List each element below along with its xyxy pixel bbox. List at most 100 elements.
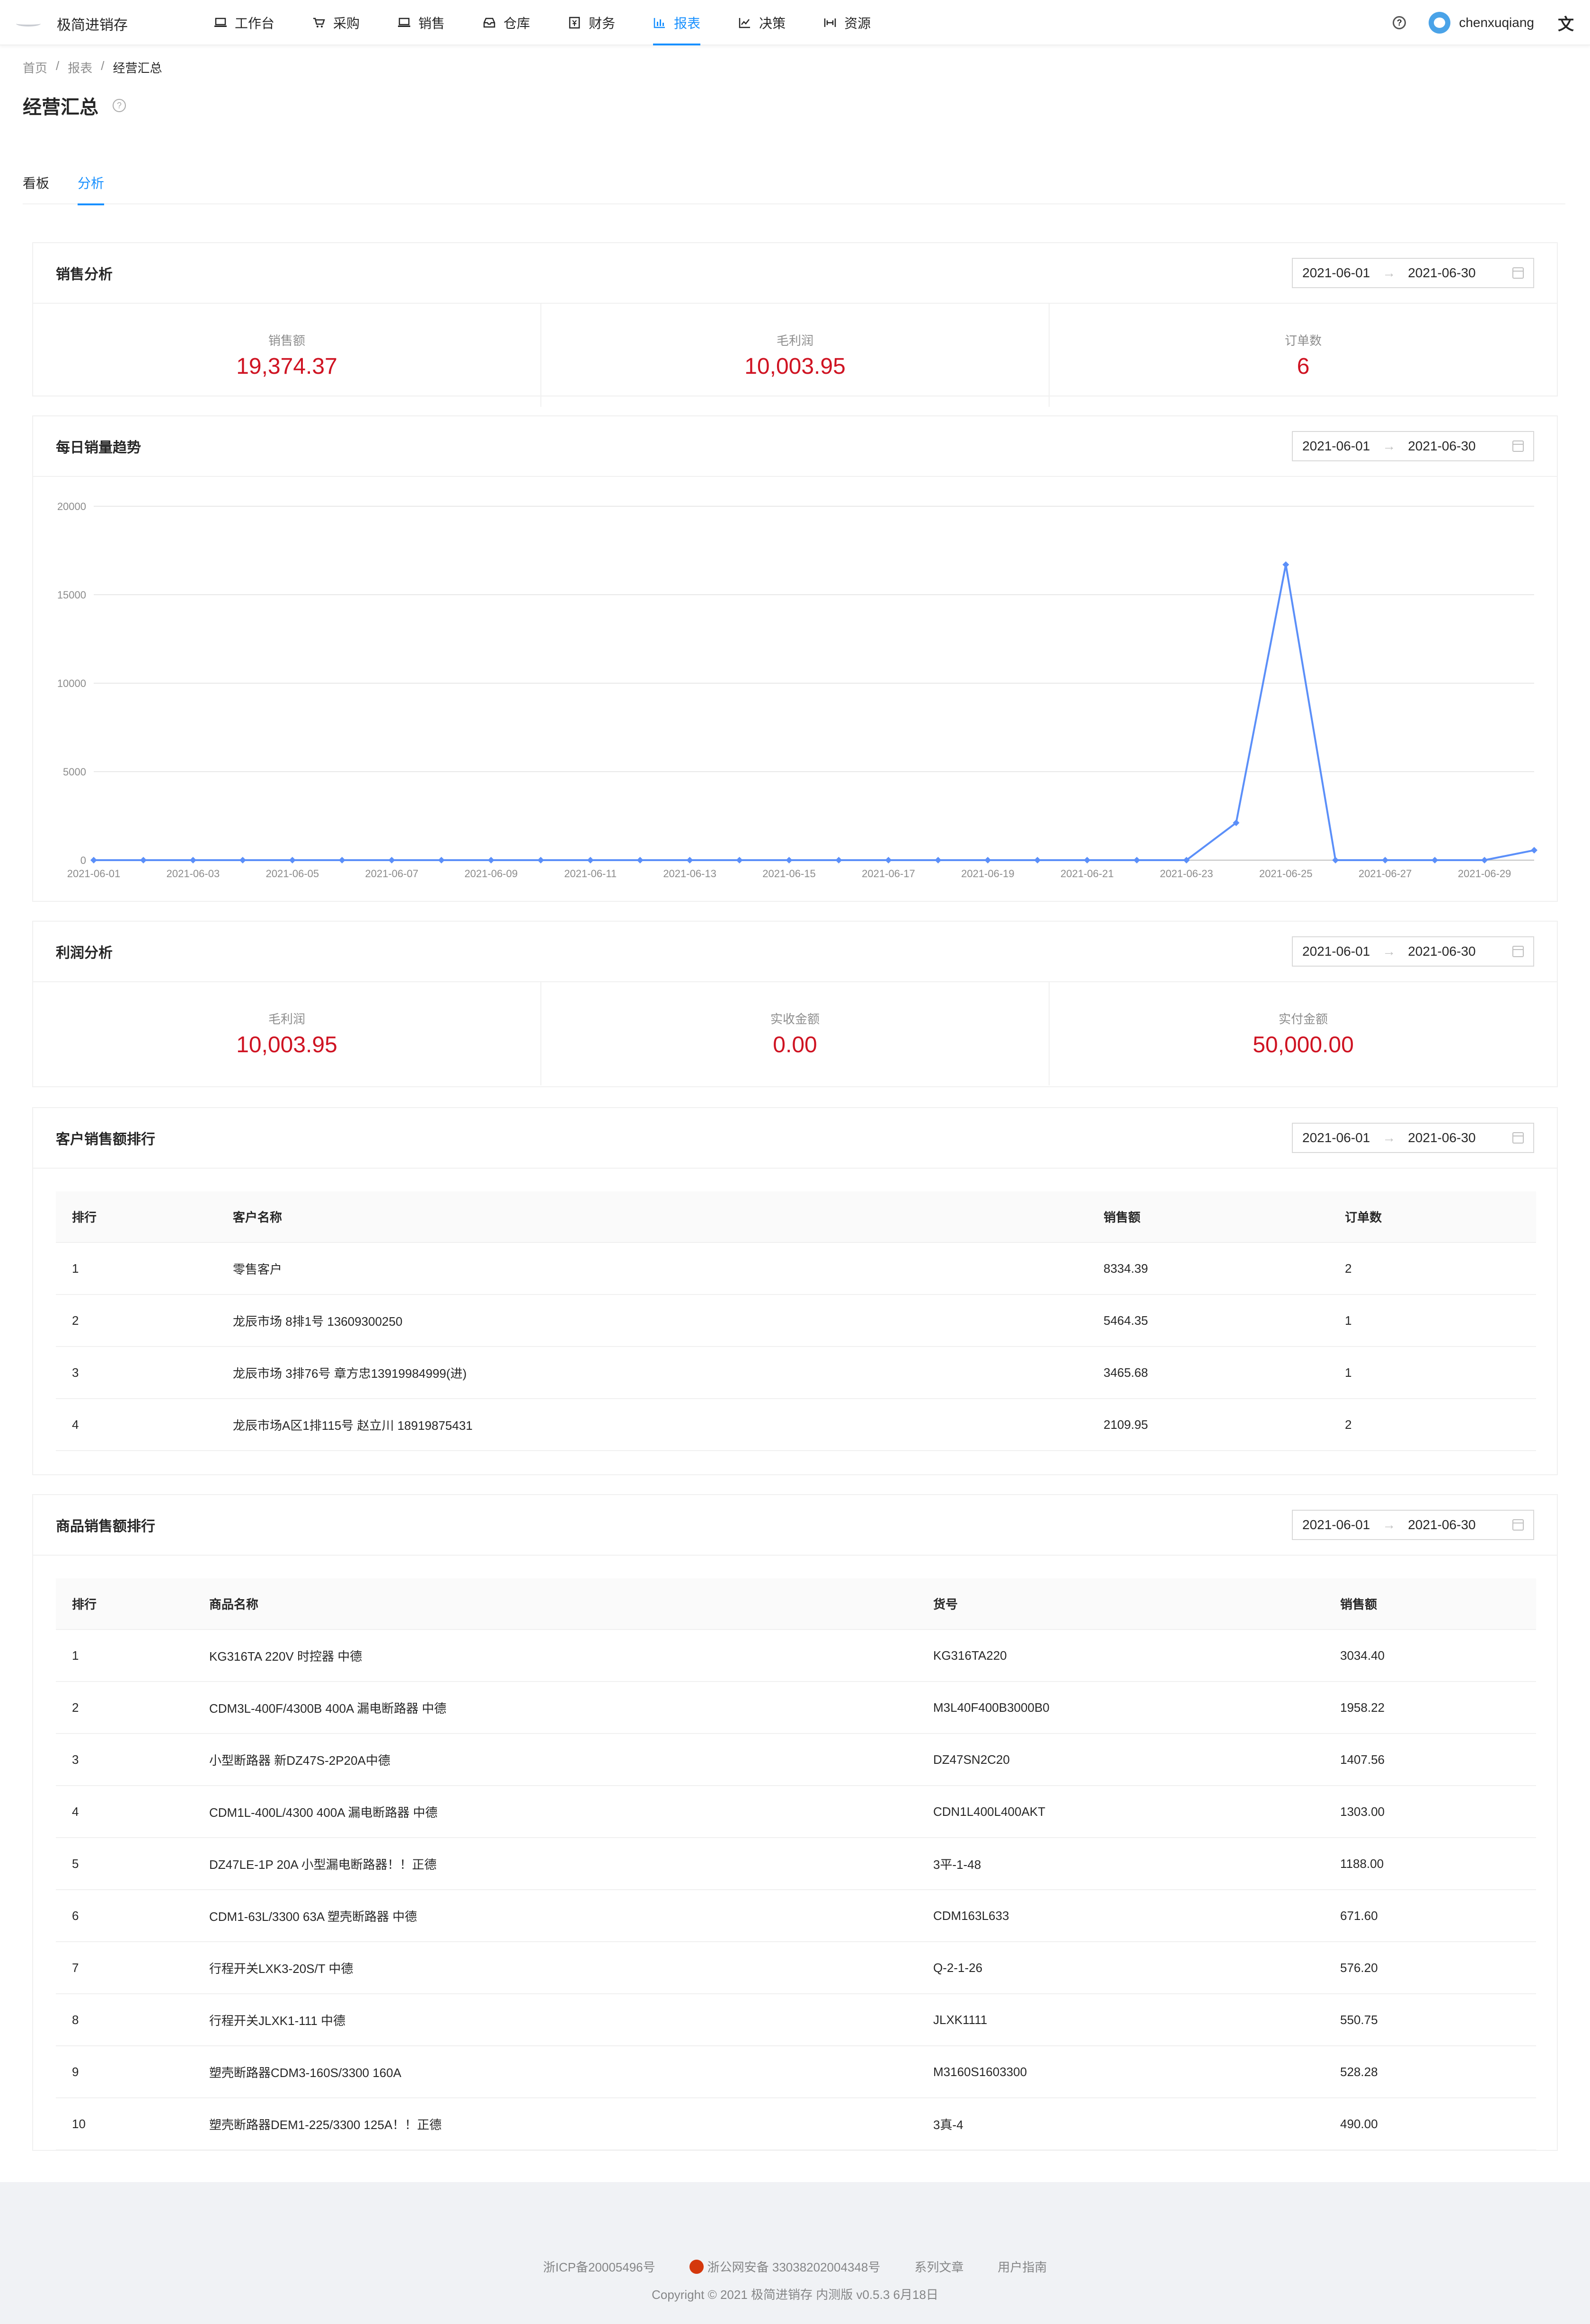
- nav-item-5[interactable]: 报表: [653, 0, 701, 45]
- breadcrumb: 首页 / 报表 / 经营汇总: [23, 59, 162, 76]
- table-row[interactable]: 7 行程开关LXK3-20S/T 中德 Q-2-1-26 576.20: [56, 1942, 1536, 1994]
- footer: 浙ICP备20005496号 浙公网安备 33038202004348号 系列文…: [0, 2182, 1590, 2324]
- question-icon[interactable]: ?: [113, 99, 126, 112]
- range-end[interactable]: 2021-06-30: [1408, 439, 1475, 454]
- nav-item-2[interactable]: 销售: [398, 0, 445, 45]
- range-start[interactable]: 2021-06-01: [1302, 439, 1370, 454]
- table-row[interactable]: 1 KG316TA 220V 时控器 中德 KG316TA220 3034.40: [56, 1629, 1536, 1682]
- table-row[interactable]: 4 龙辰市场A区1排115号 赵立川 18919875431 2109.95 2: [56, 1399, 1536, 1451]
- stat-value: 19,374.37: [236, 354, 337, 379]
- table-row[interactable]: 1 零售客户 8334.39 2: [56, 1242, 1536, 1295]
- table-cell: CDM1L-400L/4300 400A 漏电断路器 中德: [193, 1786, 917, 1838]
- x-tick-label: 2021-06-23: [1160, 868, 1213, 880]
- police-link[interactable]: 浙公网安备 33038202004348号: [689, 2258, 880, 2275]
- stat-received: 实收金额 0.00: [541, 982, 1050, 1085]
- nav-item-7[interactable]: 资源: [823, 0, 871, 45]
- range-end[interactable]: 2021-06-30: [1408, 944, 1475, 959]
- stat-sales: 销售额 19,374.37: [33, 304, 541, 407]
- data-point: [587, 857, 594, 863]
- help-icon[interactable]: ?: [1393, 16, 1406, 29]
- table-row[interactable]: 4 CDM1L-400L/4300 400A 漏电断路器 中德 CDN1L400L4…: [56, 1786, 1536, 1838]
- date-range-picker[interactable]: 2021-06-01 → 2021-06-30: [1292, 258, 1534, 288]
- nav-item-0[interactable]: 工作台: [214, 0, 274, 45]
- username[interactable]: chenxuqiang: [1459, 15, 1534, 30]
- card-title: 客户销售额排行: [56, 1132, 155, 1147]
- column-header[interactable]: 销售额: [1087, 1191, 1329, 1243]
- range-start[interactable]: 2021-06-01: [1302, 265, 1370, 281]
- data-point: [438, 857, 445, 863]
- table-row[interactable]: 6 CDM1-63L/3300 63A 塑壳断路器 中德 CDM163L633 671…: [56, 1890, 1536, 1942]
- column-header[interactable]: 商品名称: [193, 1578, 917, 1630]
- breadcrumb-reports[interactable]: 报表: [68, 59, 92, 76]
- table-row[interactable]: 3 小型断路器 新DZ47S-2P20A中德 DZ47SN2C20 1407.56: [56, 1734, 1536, 1786]
- x-tick-label: 2021-06-27: [1359, 868, 1412, 880]
- column-header[interactable]: 销售额: [1324, 1578, 1536, 1630]
- data-point: [1084, 857, 1091, 863]
- table-row[interactable]: 2 CDM3L-400F/4300B 400A 漏电断路器 中德 M3L40F400…: [56, 1681, 1536, 1734]
- range-start[interactable]: 2021-06-01: [1302, 944, 1370, 959]
- date-range-picker[interactable]: 2021-06-01 → 2021-06-30: [1292, 936, 1534, 967]
- cart-icon: [312, 16, 326, 29]
- range-end[interactable]: 2021-06-30: [1408, 1517, 1475, 1532]
- nav-item-3[interactable]: 仓库: [483, 0, 530, 45]
- stat-gross-profit: 毛利润 10,003.95: [541, 304, 1050, 407]
- table-cell: 576.20: [1324, 1942, 1536, 1994]
- column-header[interactable]: 排行: [56, 1191, 217, 1243]
- data-point: [935, 857, 942, 863]
- breadcrumb-home[interactable]: 首页: [23, 59, 47, 76]
- table-row[interactable]: 8 行程开关JLXK1-111 中德 JLXK1111 550.75: [56, 1994, 1536, 2046]
- stat-label: 销售额: [268, 334, 305, 348]
- articles-link[interactable]: 系列文章: [914, 2258, 963, 2275]
- logo-icon: [16, 21, 41, 26]
- translate-icon[interactable]: 文: [1558, 11, 1574, 35]
- table-cell: 1407.56: [1324, 1734, 1536, 1786]
- range-end[interactable]: 2021-06-30: [1408, 265, 1475, 281]
- product-rank-card: 商品销售额排行 2021-06-01 → 2021-06-30 排行 商品名称 …: [32, 1494, 1558, 2151]
- avatar[interactable]: [1429, 12, 1451, 34]
- table-row[interactable]: 3 龙辰市场 3排76号 章方忠13919984999(进) 3465.68 1: [56, 1347, 1536, 1399]
- table-row[interactable]: 10 塑壳断路器DEM1-225/3300 125A！！正德 3真-4 490.00: [56, 2098, 1536, 2150]
- table-cell: 2: [56, 1681, 193, 1734]
- table-cell: JLXK1111: [917, 1994, 1324, 2046]
- table-cell: 2: [1329, 1242, 1536, 1295]
- copyright: Copyright © 2021 极简进销存 内测版 v0.5.3 6月18日: [652, 2288, 938, 2302]
- date-range-picker[interactable]: 2021-06-01 → 2021-06-30: [1292, 431, 1534, 461]
- range-start[interactable]: 2021-06-01: [1302, 1517, 1370, 1532]
- table-row[interactable]: 9 塑壳断路器CDM3-160S/3300 160A M3160S1603300 52…: [56, 2046, 1536, 2098]
- table-cell: 塑壳断路器DEM1-225/3300 125A！！正德: [193, 2098, 917, 2150]
- nav-item-1[interactable]: 采购: [312, 0, 360, 45]
- police-badge-icon: [689, 2259, 704, 2274]
- column-header[interactable]: 排行: [56, 1578, 193, 1630]
- data-point: [1481, 857, 1488, 863]
- x-tick-label: 2021-06-25: [1259, 868, 1313, 880]
- table-cell: 零售客户: [217, 1242, 1087, 1295]
- range-arrow: →: [1382, 1517, 1396, 1532]
- nav-item-6[interactable]: 决策: [738, 0, 786, 45]
- icp-link[interactable]: 浙ICP备20005496号: [543, 2258, 655, 2275]
- date-range-picker[interactable]: 2021-06-01 → 2021-06-30: [1292, 1123, 1534, 1153]
- table-cell: 1303.00: [1324, 1786, 1536, 1838]
- range-arrow: →: [1382, 1130, 1396, 1145]
- column-header[interactable]: 客户名称: [217, 1191, 1087, 1243]
- table-cell: 行程开关LXK3-20S/T 中德: [193, 1942, 917, 1994]
- table-row[interactable]: 5 DZ47LE-1P 20A 小型漏电断路器！！正德 3平-1-48 1188.00: [56, 1838, 1536, 1890]
- logo[interactable]: 极简进销存: [16, 13, 128, 34]
- nav-item-4[interactable]: 财务: [568, 0, 615, 45]
- column-header[interactable]: 订单数: [1329, 1191, 1536, 1243]
- range-start[interactable]: 2021-06-01: [1302, 1130, 1370, 1145]
- date-range-picker[interactable]: 2021-06-01 → 2021-06-30: [1292, 1510, 1534, 1540]
- money-icon: [568, 16, 581, 29]
- app-name: 极简进销存: [57, 18, 128, 33]
- table-cell: Q-2-1-26: [917, 1942, 1324, 1994]
- range-end[interactable]: 2021-06-30: [1408, 1130, 1475, 1145]
- guide-link[interactable]: 用户指南: [998, 2258, 1047, 2275]
- card-header: 销售分析 2021-06-01 → 2021-06-30: [33, 243, 1557, 304]
- tab-analysis[interactable]: 分析: [78, 161, 105, 205]
- table-cell: 1: [56, 1242, 217, 1295]
- calendar-icon: [1512, 440, 1524, 452]
- column-header[interactable]: 货号: [917, 1578, 1324, 1630]
- table-cell: KG316TA220: [917, 1629, 1324, 1682]
- table-row[interactable]: 2 龙辰市场 8排1号 13609300250 5464.35 1: [56, 1294, 1536, 1347]
- tab-dashboard[interactable]: 看板: [23, 161, 49, 204]
- nav-item-label: 采购: [333, 16, 360, 31]
